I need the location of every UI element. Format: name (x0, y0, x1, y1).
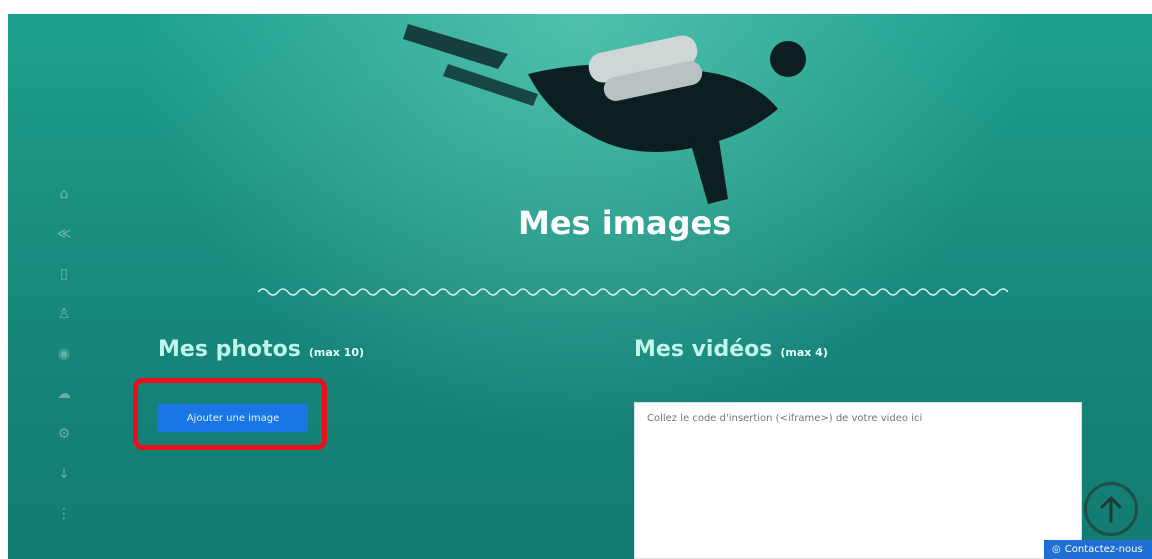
info-icon[interactable]: ▯ (54, 264, 74, 284)
eye-icon[interactable]: ◉ (54, 344, 74, 364)
photos-title: Mes photos (158, 337, 301, 362)
person-icon[interactable]: ♙ (54, 304, 74, 324)
photos-heading: Mes photos (max 10) (158, 337, 364, 362)
videos-title: Mes vidéos (634, 337, 773, 362)
photos-max: (max 10) (308, 346, 364, 359)
wave-divider (258, 288, 1008, 296)
videos-heading: Mes vidéos (max 4) (634, 337, 828, 362)
more-icon[interactable]: ⋮ (54, 504, 74, 524)
contact-label: Contactez-nous (1064, 544, 1143, 555)
chat-icon: ◎ (1052, 544, 1061, 555)
contact-button[interactable]: ◎ Contactez-nous (1044, 540, 1152, 559)
add-image-button[interactable]: Ajouter une image (158, 404, 308, 432)
diver-image (403, 24, 806, 204)
sidebar: ⌂ ≪ ▯ ♙ ◉ ☁ ⚙ ↓ ⋮ (48, 184, 80, 524)
home-icon[interactable]: ⌂ (54, 184, 74, 204)
scroll-top-button[interactable] (1084, 482, 1138, 536)
download-icon[interactable]: ↓ (54, 464, 74, 484)
video-embed-input[interactable] (634, 402, 1082, 559)
share-icon[interactable]: ≪ (54, 224, 74, 244)
arrow-up-icon (1100, 496, 1122, 523)
settings-icon[interactable]: ⚙ (54, 424, 74, 444)
cloud-icon[interactable]: ☁ (54, 384, 74, 404)
page-title: Mes images (518, 204, 732, 242)
videos-max: (max 4) (780, 346, 828, 359)
